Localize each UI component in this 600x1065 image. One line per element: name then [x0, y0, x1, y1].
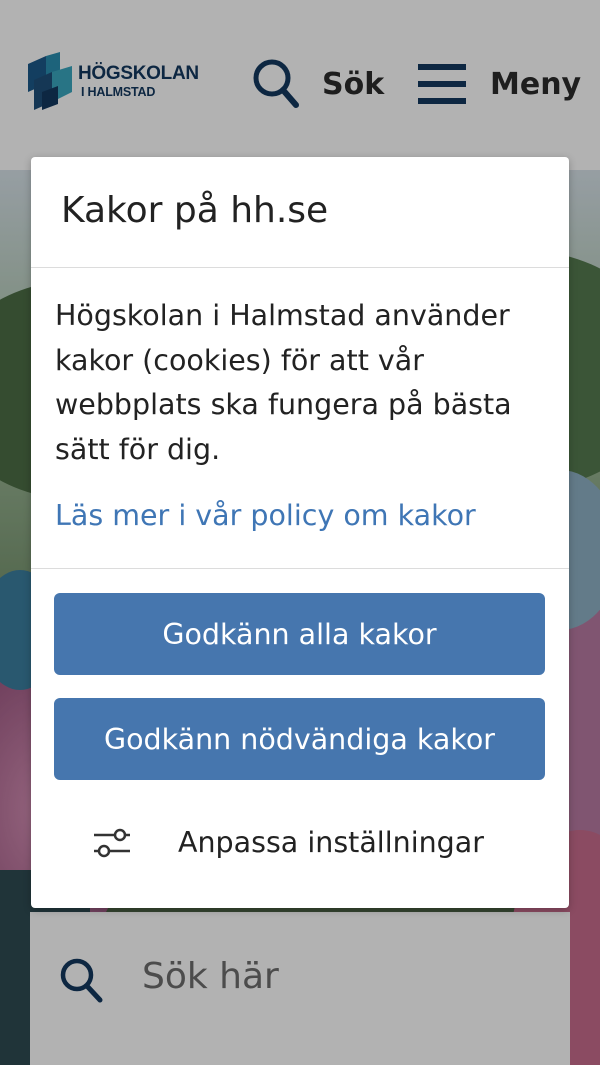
customize-settings-label: Anpassa inställningar	[178, 826, 484, 859]
accept-all-cookies-button[interactable]: Godkänn alla kakor	[54, 593, 545, 675]
dialog-body-text: Högskolan i Halmstad använder kakor (coo…	[55, 299, 512, 466]
accept-necessary-cookies-button[interactable]: Godkänn nödvändiga kakor	[54, 698, 545, 780]
divider	[31, 568, 569, 569]
divider	[31, 267, 569, 268]
customize-settings-button[interactable]: Anpassa inställningar	[94, 824, 484, 862]
cookie-policy-link[interactable]: Läs mer i vår policy om kakor	[55, 497, 476, 535]
sliders-icon	[94, 828, 130, 858]
dialog-title: Kakor på hh.se	[61, 190, 329, 231]
cookie-consent-dialog: Kakor på hh.se Högskolan i Halmstad anvä…	[31, 157, 569, 908]
